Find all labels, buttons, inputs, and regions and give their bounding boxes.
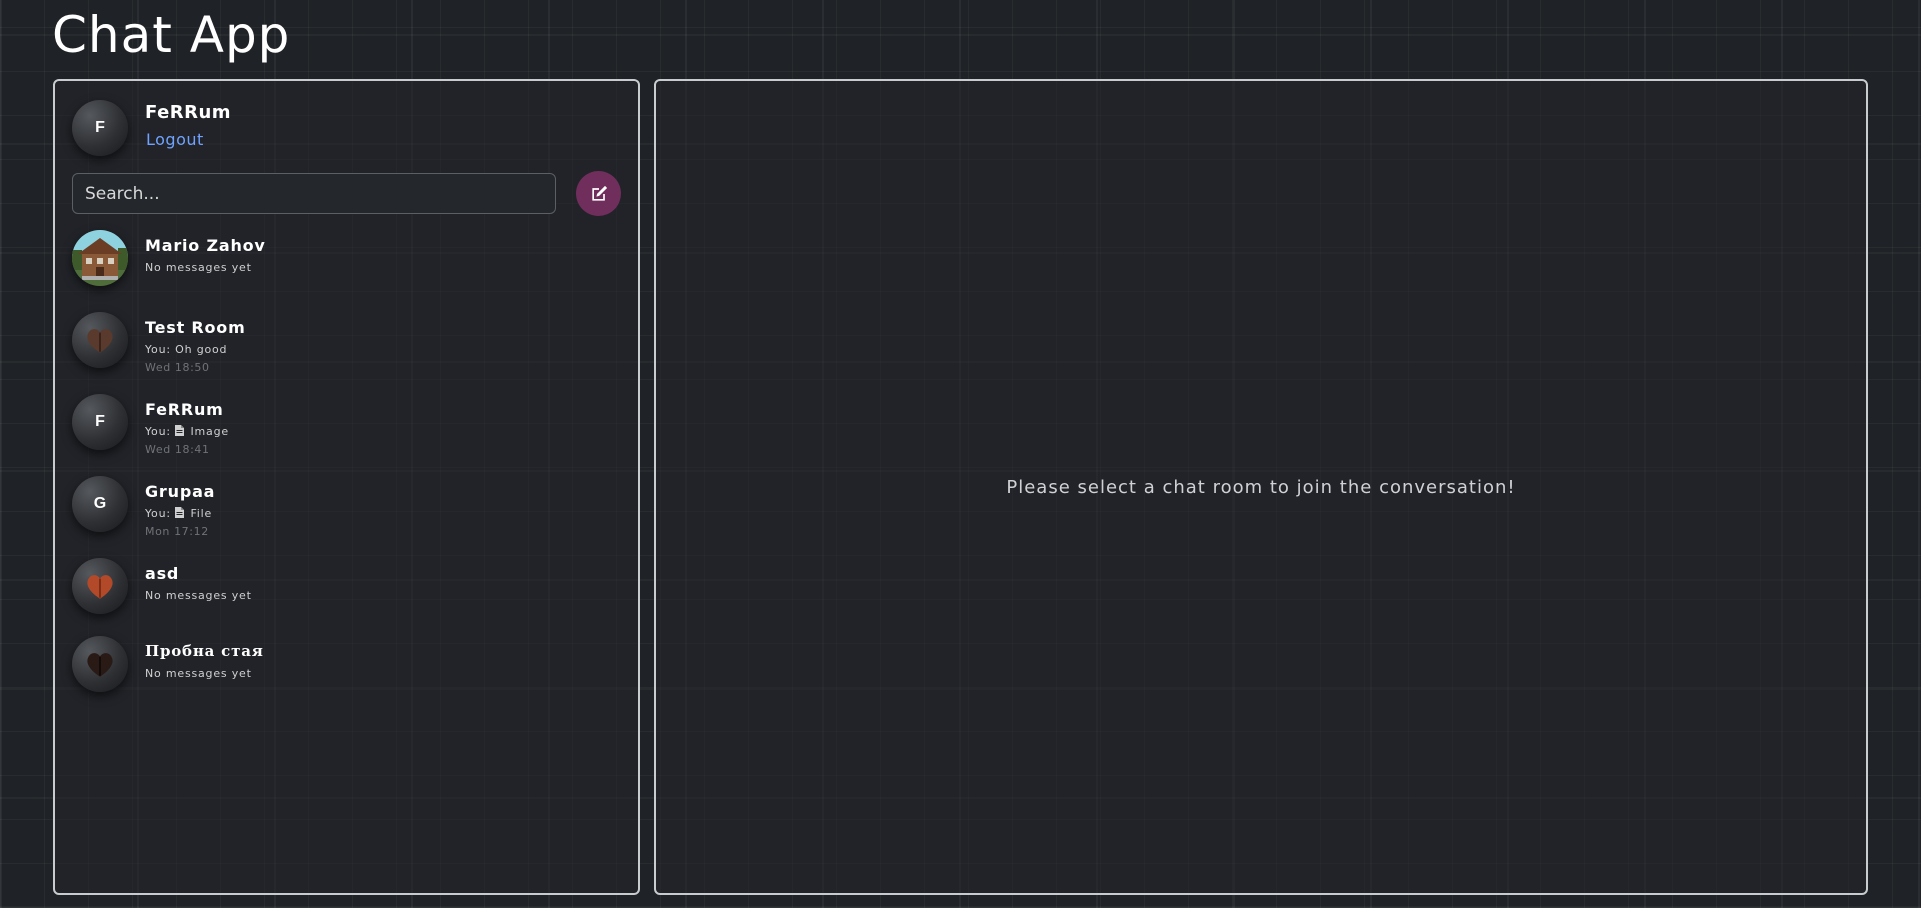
app-title: Chat App [52,6,291,64]
search-input[interactable] [72,173,556,214]
room-preview: You: File [145,507,212,520]
edit-icon [591,185,607,201]
room-avatar [72,312,128,368]
room-item[interactable]: asd No messages yet [55,558,638,628]
logout-link[interactable]: Logout [146,130,204,149]
file-icon [175,425,185,436]
room-name: Test Room [145,318,246,337]
preview-text: File [190,507,213,520]
room-item[interactable]: Пробна стая No messages yet [55,636,638,706]
room-preview: You: Image [145,425,229,438]
room-avatar: G [72,476,128,532]
room-name: Mario Zahov [145,236,266,255]
room-item[interactable]: G Grupaa You: File Mon 17:12 [55,476,638,546]
room-preview: You: Oh good [145,343,228,356]
room-preview: No messages yet [145,261,252,274]
room-item[interactable]: Test Room You: Oh good Wed 18:50 [55,312,638,382]
current-user-name: FeRRum [145,102,232,123]
room-name: Пробна стая [145,642,264,660]
preview-prefix: You: [145,507,171,520]
room-avatar [72,636,128,692]
heart-icon [87,575,113,599]
room-time: Wed 18:50 [145,361,210,374]
room-item[interactable]: Mario Zahov No messages yet [55,230,638,300]
room-name: FeRRum [145,400,224,419]
house-photo-avatar [72,230,128,286]
preview-prefix: You: [145,425,171,438]
room-avatar [72,558,128,614]
room-avatar-initial: F [95,413,105,430]
sidebar: F FeRRum Logout Mario Za [53,79,640,895]
heart-icon [87,653,113,677]
room-item[interactable]: F FeRRum You: Image Wed 18:41 [55,394,638,464]
room-preview: No messages yet [145,667,252,680]
current-user-initial: F [95,119,105,136]
room-name: asd [145,564,180,583]
room-avatar [72,230,128,286]
current-user-avatar: F [72,100,128,156]
empty-chat-placeholder: Please select a chat room to join the co… [1006,477,1516,498]
room-name: Grupaa [145,482,216,501]
heart-icon [87,329,113,353]
chat-area: Please select a chat room to join the co… [654,79,1868,895]
preview-text: Image [190,425,229,438]
room-avatar-initial: G [93,495,107,512]
room-preview: No messages yet [145,589,252,602]
room-time: Mon 17:12 [145,525,209,538]
file-icon [175,507,185,518]
compose-button[interactable] [576,171,621,216]
room-avatar: F [72,394,128,450]
room-time: Wed 18:41 [145,443,210,456]
